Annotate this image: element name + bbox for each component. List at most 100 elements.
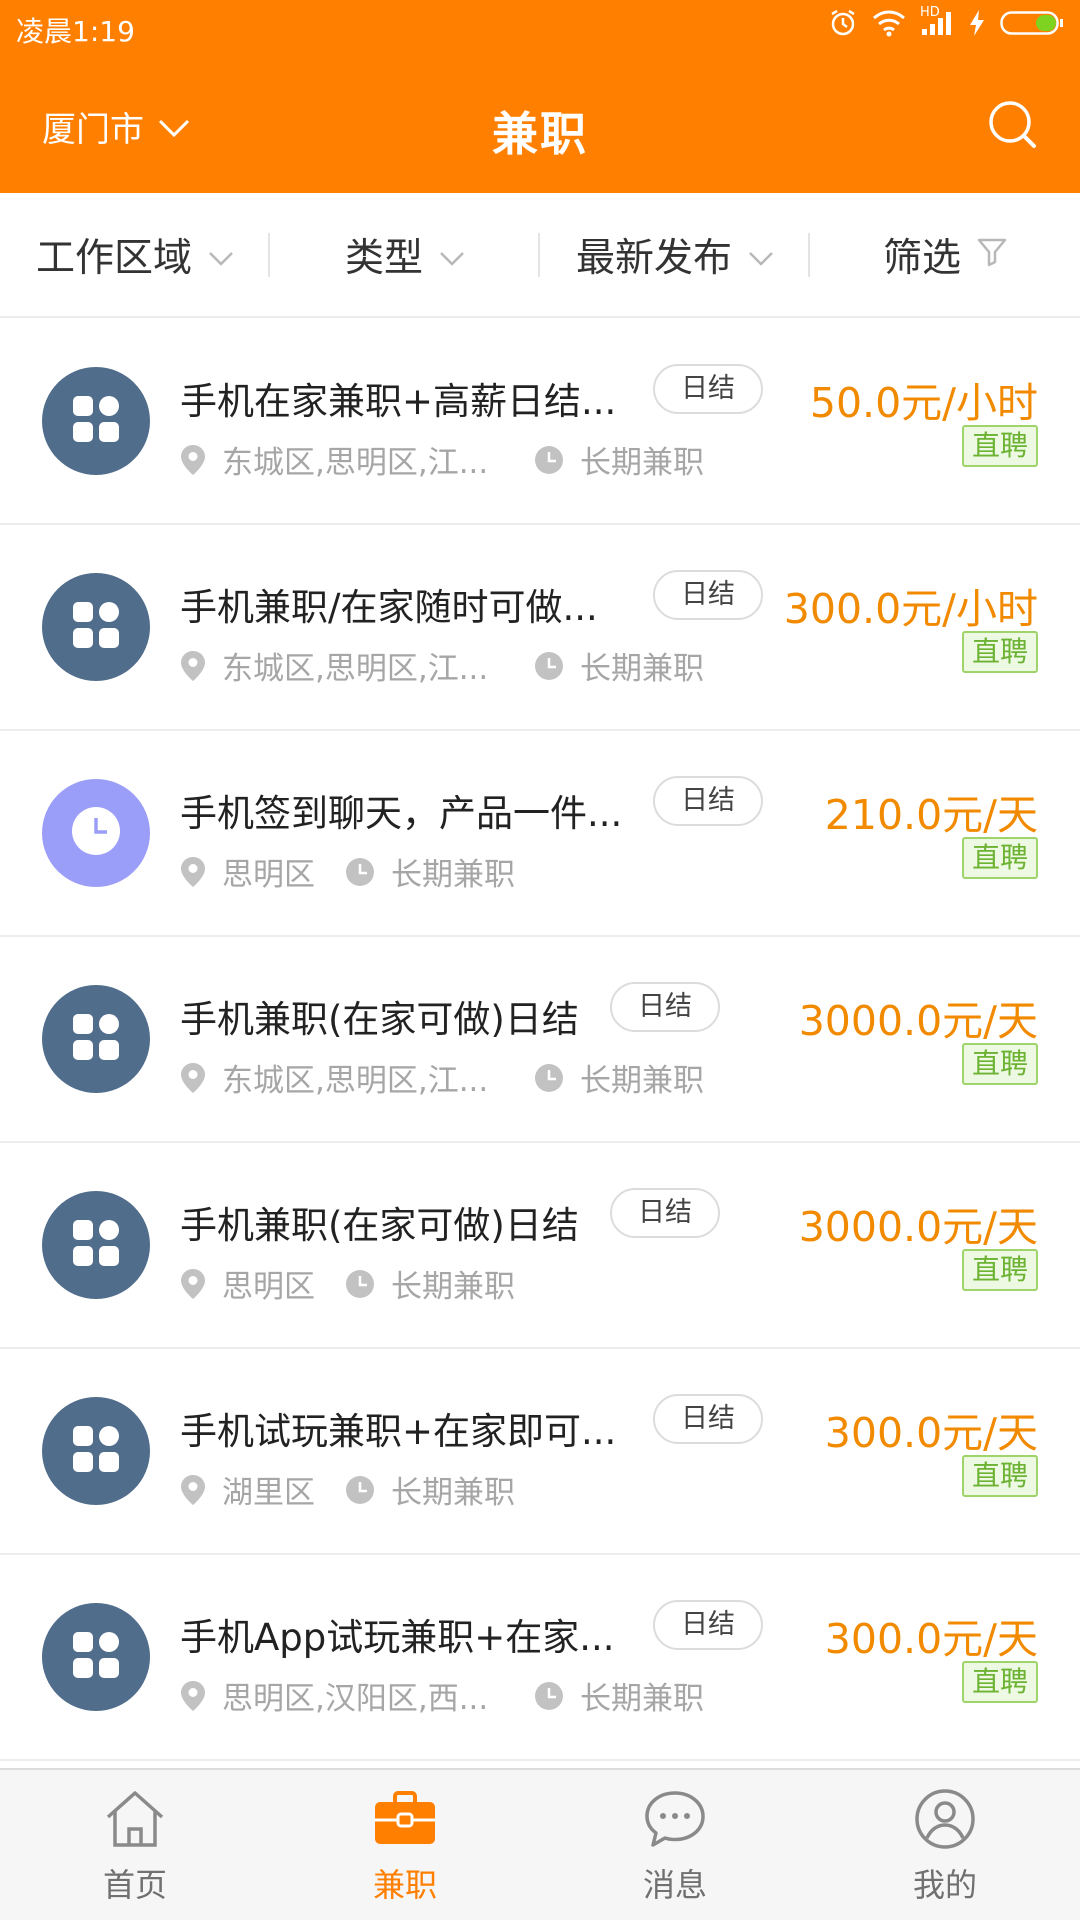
location-icon [180,856,206,888]
app-screen: 凌晨1:19 HD 厦门市 兼职 工作区域 类型 最新发布 筛选 手机在家兼职+… [0,0,1080,1920]
job-location: 东城区,思明区,江... [222,445,489,481]
job-row[interactable]: 手机兼职/在家随时可做... 日结 东城区,思明区,江... 长期兼职 300.… [0,525,1080,731]
job-row[interactable]: 手机App试玩兼职+在家... 日结 思明区,汉阳区,西... 长期兼职 300… [0,1555,1080,1761]
job-meta: 湖里区 长期兼职 [180,1467,515,1512]
job-location: 思明区 [222,857,315,893]
bottom-tab-bar: 首页 兼职 消息 我的 [0,1768,1080,1920]
status-time: 凌晨1:19 [16,15,135,48]
job-row[interactable]: 手机试玩兼职+在家即可... 日结 湖里区 长期兼职 300.0元/天 直聘 [0,1349,1080,1555]
job-avatar [42,985,150,1093]
alarm-icon [828,8,858,38]
search-icon [986,101,1040,156]
job-title: 手机在家兼职+高薪日结... [180,380,617,423]
apps-icon [71,1218,121,1272]
job-duration: 长期兼职 [580,445,704,481]
job-location: 东城区,思明区,江... [222,1063,489,1099]
direct-hire-badge: 直聘 [961,837,1038,879]
filter-type[interactable]: 类型 [270,193,540,316]
job-price: 3000.0元/天 [798,1203,1038,1251]
filter-bar: 工作区域 类型 最新发布 筛选 [0,193,1080,318]
filter-work-area[interactable]: 工作区域 [0,193,270,316]
apps-icon [71,600,121,654]
tab-label: 我的 [912,1866,977,1904]
job-meta: 思明区 长期兼职 [180,1261,515,1306]
job-avatar [42,367,150,475]
job-price: 50.0元/小时 [809,379,1038,427]
battery-icon [1000,9,1064,37]
job-row[interactable]: 手机签到聊天，产品一件... 日结 思明区 长期兼职 210.0元/天 直聘 [0,731,1080,937]
job-row[interactable]: 手机兼职(在家可做)日结 日结 思明区 长期兼职 3000.0元/天 直聘 [0,1143,1080,1349]
tab-label: 兼职 [372,1866,437,1904]
search-button[interactable] [986,98,1040,152]
job-title: 手机App试玩兼职+在家... [180,1616,615,1659]
job-title: 手机试玩兼职+在家即可... [180,1410,617,1453]
charging-icon [968,9,986,37]
job-price: 210.0元/天 [824,791,1038,839]
location-icon [180,1268,206,1300]
message-icon [642,1786,708,1852]
job-avatar [42,1397,150,1505]
page-title: 兼职 [492,107,588,161]
job-meta: 东城区,思明区,江... 长期兼职 [180,1055,704,1100]
tab-home[interactable]: 首页 [0,1770,270,1920]
clock-icon [345,857,375,887]
filter-label: 筛选 [882,235,961,281]
settlement-tag: 日结 [653,570,763,620]
job-location: 思明区 [222,1269,315,1305]
tab-parttime[interactable]: 兼职 [270,1770,540,1920]
job-avatar [42,779,150,887]
direct-hire-badge: 直聘 [961,1249,1038,1291]
job-location: 东城区,思明区,江... [222,651,489,687]
chevron-down-icon [439,232,465,277]
clock-icon [534,445,564,475]
filter-icon [977,232,1007,277]
job-price: 300.0元/天 [824,1615,1038,1663]
job-title: 手机兼职/在家随时可做... [180,586,598,629]
job-location: 思明区,汉阳区,西... [222,1681,489,1717]
job-avatar [42,573,150,681]
tab-messages[interactable]: 消息 [540,1770,810,1920]
status-icons: HD [828,5,1064,38]
apps-icon [71,1630,121,1684]
filter-latest[interactable]: 最新发布 [540,193,810,316]
signal-icon: HD [920,5,954,37]
filter-label: 最新发布 [575,235,732,281]
job-row[interactable]: 手机兼职(在家可做)日结 日结 东城区,思明区,江... 长期兼职 3000.0… [0,937,1080,1143]
home-icon [102,1786,168,1852]
job-price: 3000.0元/天 [798,997,1038,1045]
settlement-tag: 日结 [653,364,763,414]
wifi-icon [872,9,906,37]
settlement-tag: 日结 [610,982,720,1032]
job-list: 手机在家兼职+高薪日结... 日结 东城区,思明区,江... 长期兼职 50.0… [0,319,1080,1761]
job-price: 300.0元/天 [824,1409,1038,1457]
location-icon [180,444,206,476]
job-location: 湖里区 [222,1475,315,1511]
job-duration: 长期兼职 [391,857,515,893]
job-meta: 东城区,思明区,江... 长期兼职 [180,643,704,688]
job-duration: 长期兼职 [391,1475,515,1511]
location-icon [180,1680,206,1712]
clock-icon [345,1475,375,1505]
job-avatar [42,1191,150,1299]
filter-screen[interactable]: 筛选 [810,193,1080,316]
job-row[interactable]: 手机在家兼职+高薪日结... 日结 东城区,思明区,江... 长期兼职 50.0… [0,319,1080,525]
location-icon [180,650,206,682]
location-icon [180,1062,206,1094]
settlement-tag: 日结 [653,776,763,826]
profile-icon [912,1786,978,1852]
job-duration: 长期兼职 [580,651,704,687]
clock-icon [70,805,122,861]
apps-icon [71,394,121,448]
tab-profile[interactable]: 我的 [810,1770,1080,1920]
clock-icon [534,1681,564,1711]
nav-bar: 厦门市 兼职 [0,60,1080,193]
direct-hire-badge: 直聘 [961,1455,1038,1497]
job-duration: 长期兼职 [391,1269,515,1305]
filter-label: 工作区域 [35,235,192,281]
filter-label: 类型 [344,235,423,281]
tab-label: 首页 [102,1866,167,1904]
direct-hire-badge: 直聘 [961,1661,1038,1703]
clock-icon [534,1063,564,1093]
job-meta: 思明区,汉阳区,西... 长期兼职 [180,1673,704,1718]
chevron-down-icon [208,232,234,277]
